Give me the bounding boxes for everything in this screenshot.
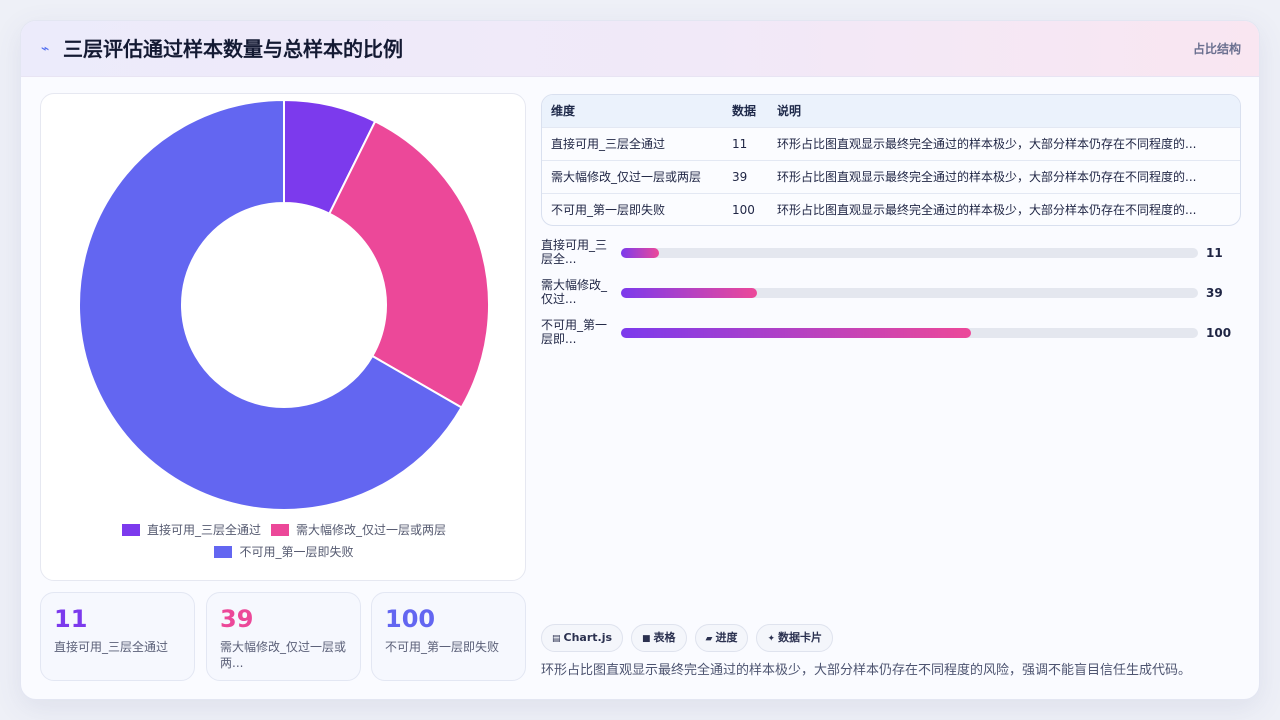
table-cell-value: 11 xyxy=(732,136,748,151)
progress-row: 直接可用_三层全... 11 xyxy=(541,238,1241,270)
table-cell-name: 需大幅修改_仅过一层或两层 xyxy=(551,170,702,184)
table-cell-name: 不可用_第一层即失败 xyxy=(551,203,666,218)
legend-item-2[interactable]: 不可用_第一层即失败 xyxy=(214,544,354,560)
tech-chips: ▤ Chart.js ■ 表格 ▰ 进度 ✦ 数据卡片 xyxy=(541,624,834,652)
legend-label-2: 不可用_第一层即失败 xyxy=(239,545,354,559)
donut-slice-1[interactable] xyxy=(328,120,490,409)
summary-text: 环形占比图直观显示最终完全通过的样本极少，大部分样本仍存在不同程度的风险，强调不… xyxy=(541,663,1192,678)
chart-icon: ▤ xyxy=(552,634,561,644)
sparkle-line-icon: ⌁ xyxy=(41,41,50,57)
legend-row-2: 不可用_第一层即失败 xyxy=(41,544,527,560)
progress-track xyxy=(621,328,1198,338)
header: ⌁ 三层评估通过样本数量与总样本的比例 占比结构 xyxy=(21,21,1259,77)
chip-label: Chart.js xyxy=(563,631,613,644)
table-cell-desc: 环形占比图直观显示最终完全通过的样本极少，大部分样本仍存在不同程度的... xyxy=(777,170,1197,184)
table-row: 需大幅修改_仅过一层或两层 39 环形占比图直观显示最终完全通过的样本极少，大部… xyxy=(542,160,1240,193)
data-table: 维度 数据 说明 直接可用_三层全通过 11 环形占比图直观显示最终完全通过的样… xyxy=(541,94,1241,226)
stat-label: 不可用_第一层即失败 xyxy=(385,640,500,654)
chip-chartjs[interactable]: ▤ Chart.js xyxy=(541,624,624,652)
donut-chart-panel: 直接可用_三层全通过 需大幅修改_仅过一层或两层 不可用_第一层即失败 xyxy=(40,93,526,581)
main-card: ⌁ 三层评估通过样本数量与总样本的比例 占比结构 直接可用_三层全通过 需大幅修… xyxy=(20,20,1260,700)
table-icon: ■ xyxy=(642,634,651,644)
stat-card-revise: 39 需大幅修改_仅过一层或两... xyxy=(206,592,361,681)
progress-fill xyxy=(621,248,660,258)
chip-table[interactable]: ■ 表格 xyxy=(631,624,687,652)
legend-row-1: 直接可用_三层全通过 需大幅修改_仅过一层或两层 xyxy=(41,522,527,538)
donut-chart xyxy=(78,98,490,511)
legend-swatch-0 xyxy=(121,524,140,536)
progress-label: 不可用_第一层即... xyxy=(541,318,608,346)
chip-label: 数据卡片 xyxy=(778,631,823,644)
progress-row: 不可用_第一层即... 100 xyxy=(541,318,1241,350)
legend-label-1: 需大幅修改_仅过一层或两层 xyxy=(296,523,447,537)
column-header-dimension: 维度 xyxy=(551,104,576,119)
column-header-data: 数据 xyxy=(732,104,757,119)
table-cell-desc: 环形占比图直观显示最终完全通过的样本极少，大部分样本仍存在不同程度的... xyxy=(777,203,1197,218)
chip-data-card[interactable]: ✦ 数据卡片 xyxy=(756,624,834,652)
progress-value: 39 xyxy=(1206,286,1223,300)
legend-item-1[interactable]: 需大幅修改_仅过一层或两层 xyxy=(271,522,446,538)
progress-fill xyxy=(621,328,971,338)
progress-label: 需大幅修改_仅过... xyxy=(541,278,608,306)
data-card-icon: ✦ xyxy=(767,634,776,644)
stat-value: 11 xyxy=(54,605,88,633)
progress-icon: ▰ xyxy=(705,634,713,644)
table-row: 直接可用_三层全通过 11 环形占比图直观显示最终完全通过的样本极少，大部分样本… xyxy=(542,127,1240,160)
chip-progress[interactable]: ▰ 进度 xyxy=(694,624,749,652)
table-cell-name: 直接可用_三层全通过 xyxy=(551,137,666,151)
progress-label: 直接可用_三层全... xyxy=(541,238,608,266)
chip-label: 表格 xyxy=(653,631,676,644)
header-tag: 占比结构 xyxy=(1192,42,1241,56)
progress-value: 11 xyxy=(1206,246,1223,260)
progress-row: 需大幅修改_仅过... 39 xyxy=(541,278,1241,310)
stat-card-unusable: 100 不可用_第一层即失败 xyxy=(371,592,526,681)
table-cell-desc: 环形占比图直观显示最终完全通过的样本极少，大部分样本仍存在不同程度的... xyxy=(777,137,1197,151)
stat-card-direct: 11 直接可用_三层全通过 xyxy=(40,592,195,681)
chip-label: 进度 xyxy=(715,631,738,644)
stat-value: 39 xyxy=(220,605,254,633)
progress-track xyxy=(621,248,1198,258)
table-row: 不可用_第一层即失败 100 环形占比图直观显示最终完全通过的样本极少，大部分样… xyxy=(542,193,1240,225)
legend-swatch-2 xyxy=(214,546,233,558)
progress-value: 100 xyxy=(1206,326,1232,340)
page-title: 三层评估通过样本数量与总样本的比例 xyxy=(63,37,403,61)
table-header-row: 维度 数据 说明 xyxy=(542,95,1240,127)
progress-track xyxy=(621,288,1198,298)
progress-fill xyxy=(621,288,758,298)
stat-value: 100 xyxy=(385,605,436,633)
legend-swatch-1 xyxy=(271,524,289,536)
legend-label-0: 直接可用_三层全通过 xyxy=(146,523,261,537)
legend-item-0[interactable]: 直接可用_三层全通过 xyxy=(121,522,261,538)
stat-label: 需大幅修改_仅过一层或两... xyxy=(220,640,347,670)
table-cell-value: 39 xyxy=(732,169,748,184)
column-header-description: 说明 xyxy=(777,104,802,119)
table-cell-value: 100 xyxy=(732,202,755,217)
stat-label: 直接可用_三层全通过 xyxy=(54,640,169,654)
